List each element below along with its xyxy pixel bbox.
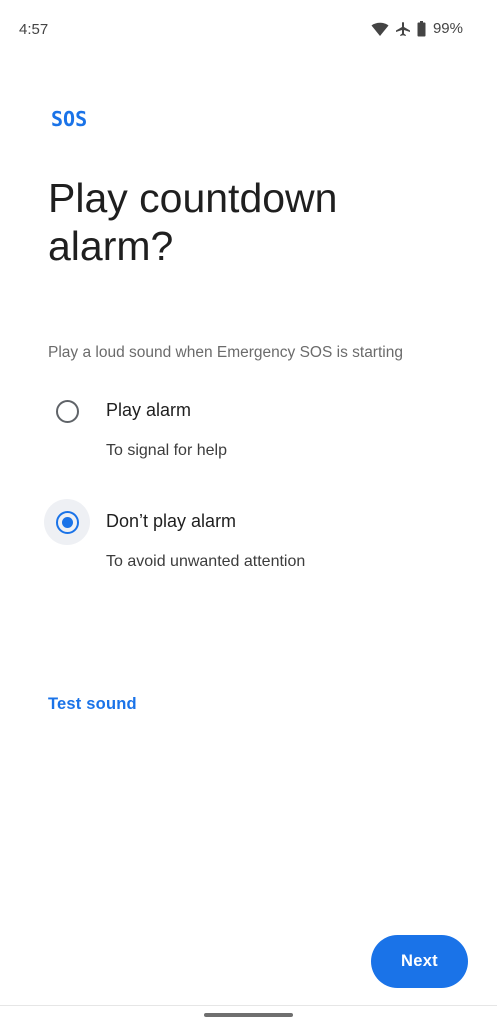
option-dont-play-alarm[interactable]: Don’t play alarm To avoid unwanted atten… xyxy=(44,499,464,589)
option-sublabel: To signal for help xyxy=(106,442,227,459)
wifi-icon xyxy=(371,21,389,37)
radio-checked-icon xyxy=(56,511,79,534)
page-title: Play countdown alarm? xyxy=(48,175,338,269)
next-button[interactable]: Next xyxy=(371,935,468,988)
status-icons: 99% xyxy=(371,20,463,37)
option-sublabel: To avoid unwanted attention xyxy=(106,553,306,570)
status-bar: 4:57 99% xyxy=(0,0,497,60)
radio-unchecked-icon xyxy=(56,400,79,423)
battery-icon xyxy=(417,20,426,37)
screen: 4:57 99% SOS Play countdown alarm? Play … xyxy=(0,0,497,1024)
radio-play-alarm[interactable] xyxy=(44,388,90,434)
test-sound-button[interactable]: Test sound xyxy=(48,695,137,714)
option-label: Don’t play alarm xyxy=(106,511,237,531)
battery-percent: 99% xyxy=(432,20,463,37)
option-label: Play alarm xyxy=(106,400,192,420)
radio-dont-play-alarm[interactable] xyxy=(44,499,90,545)
option-play-alarm[interactable]: Play alarm To signal for help xyxy=(44,388,464,478)
nav-divider xyxy=(0,1005,497,1006)
airplane-icon xyxy=(395,21,411,37)
gesture-handle[interactable] xyxy=(204,1013,293,1017)
status-time: 4:57 xyxy=(19,21,49,38)
description-text: Play a loud sound when Emergency SOS is … xyxy=(48,344,403,361)
sos-logo: SOS xyxy=(51,107,88,131)
